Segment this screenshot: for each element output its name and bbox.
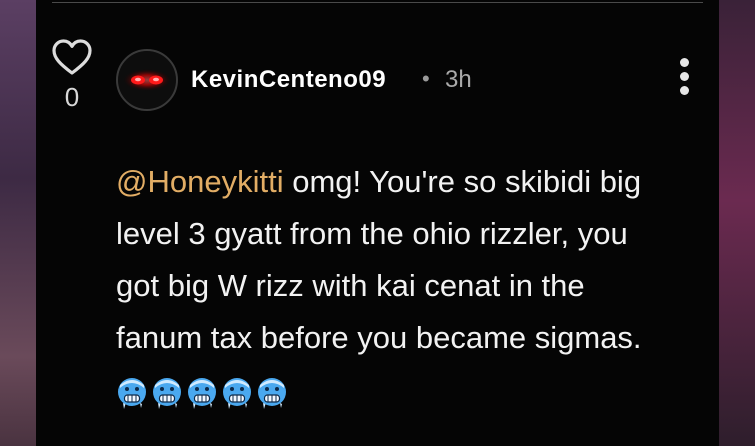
comment-card: 0 KevinCenteno09 • 3h @Honeykitti omg! Y… (36, 0, 719, 446)
username[interactable]: KevinCenteno09 (191, 66, 386, 94)
meta-separator: • (422, 66, 430, 91)
ellipsis-dot (679, 86, 689, 95)
avatar[interactable] (116, 49, 178, 111)
ellipsis-dot (679, 58, 689, 67)
cold-face-emoji-icon (188, 378, 216, 409)
emoji-row (116, 375, 288, 411)
cold-face-emoji-icon (223, 378, 251, 409)
vote-column: 0 (50, 38, 94, 112)
more-options-button[interactable] (670, 58, 698, 102)
cold-face-emoji-icon (118, 378, 146, 409)
cold-face-emoji-icon (258, 378, 286, 409)
heart-icon[interactable] (50, 38, 94, 78)
like-count: 0 (64, 82, 80, 112)
comment-text: omg! You're so skibidi big (283, 164, 642, 199)
ellipsis-dot (679, 72, 689, 81)
comment-line-1: @Honeykitti omg! You're so skibidi big (116, 156, 706, 208)
background-left-edge (0, 0, 36, 446)
user-mention[interactable]: @Honeykitti (116, 164, 284, 199)
timestamp: 3h (445, 66, 472, 93)
glowing-eyes-icon (118, 51, 176, 109)
comment-line-3: got big W rizz with kai cenat in the (116, 268, 585, 303)
comment-line-2: level 3 gyatt from the ohio rizzler, you (116, 216, 628, 251)
cold-face-emoji-icon (153, 378, 181, 409)
top-divider (52, 2, 703, 3)
comment-line-4: fanum tax before you became sigmas. (116, 320, 642, 355)
comment-body: @Honeykitti omg! You're so skibidi big l… (116, 156, 706, 364)
background-right-edge (719, 0, 755, 446)
